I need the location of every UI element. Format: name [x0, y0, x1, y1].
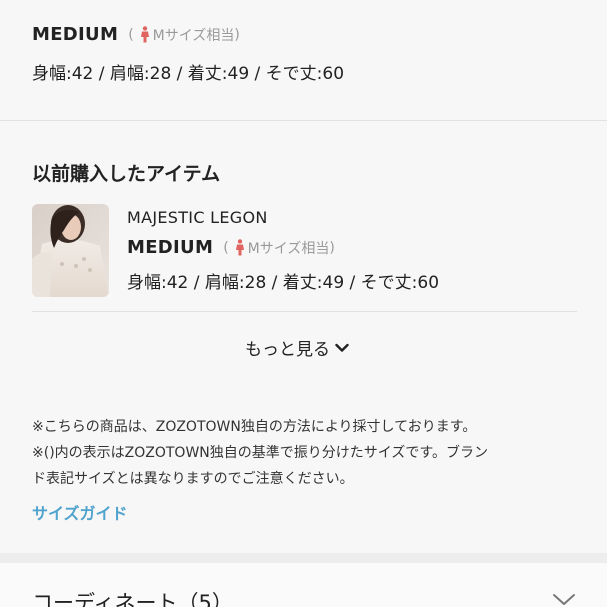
note-line: ※()内の表示はZOZOTOWN独自の基準で振り分けたサイズです。ブラン [32, 445, 488, 461]
paren-open: ( [223, 239, 229, 256]
section-gap [0, 553, 607, 563]
size-info-page: MEDIUM ( Mサイズ相当 ) 身幅:42 / 肩幅:28 / 着丈:49 … [0, 0, 607, 607]
current-size-name: MEDIUM [32, 24, 119, 45]
item-thumbnail-image [32, 204, 109, 297]
paren-open: ( [128, 26, 134, 43]
item-size-name: MEDIUM [127, 237, 214, 258]
paren-close: ) [329, 239, 335, 256]
section-divider [0, 120, 607, 121]
note-line: ※こちらの商品は、ZOZOTOWN独自の方法により採寸しております。 [32, 419, 477, 435]
person-icon [140, 26, 149, 43]
coordinate-section[interactable]: コーディネート（5） [0, 563, 607, 607]
show-more-label: もっと見る [245, 340, 330, 360]
item-size-line: MEDIUM ( Mサイズ相当 ) [127, 237, 335, 258]
current-size-equivalent: ( Mサイズ相当 ) [128, 25, 240, 45]
current-size-line: MEDIUM ( Mサイズ相当 ) [32, 24, 240, 45]
person-icon [235, 239, 244, 256]
item-thumbnail[interactable] [32, 204, 109, 297]
chevron-down-icon [335, 343, 349, 352]
item-divider [32, 311, 577, 312]
current-size-measurements: 身幅:42 / 肩幅:28 / 着丈:49 / そで丈:60 [32, 64, 345, 84]
size-equivalent-label: Mサイズ相当 [152, 27, 235, 44]
size-notes: ※こちらの商品は、ZOZOTOWN独自の方法により採寸しております。 ※()内の… [32, 414, 582, 492]
history-item[interactable]: MAJESTIC LEGON MEDIUM ( Mサイズ相当 ) 身幅:42 /… [32, 204, 577, 300]
chevron-down-icon[interactable] [552, 593, 576, 607]
size-guide-link[interactable]: サイズガイド [32, 500, 128, 524]
paren-close: ) [234, 26, 240, 43]
coordinate-title: コーディネート（5） [32, 591, 233, 607]
current-size-section: MEDIUM ( Mサイズ相当 ) 身幅:42 / 肩幅:28 / 着丈:49 … [0, 0, 607, 120]
history-title: 以前購入したアイテム [32, 163, 221, 185]
item-brand: MAJESTIC LEGON [127, 208, 268, 227]
show-more-button[interactable]: もっと見る [245, 335, 349, 360]
item-measurements: 身幅:42 / 肩幅:28 / 着丈:49 / そで丈:60 [127, 273, 440, 293]
size-equivalent-label: Mサイズ相当 [247, 240, 330, 257]
note-line: ド表記サイズとは異なりますのでご注意ください。 [32, 471, 354, 487]
item-size-equivalent: ( Mサイズ相当 ) [223, 238, 335, 258]
